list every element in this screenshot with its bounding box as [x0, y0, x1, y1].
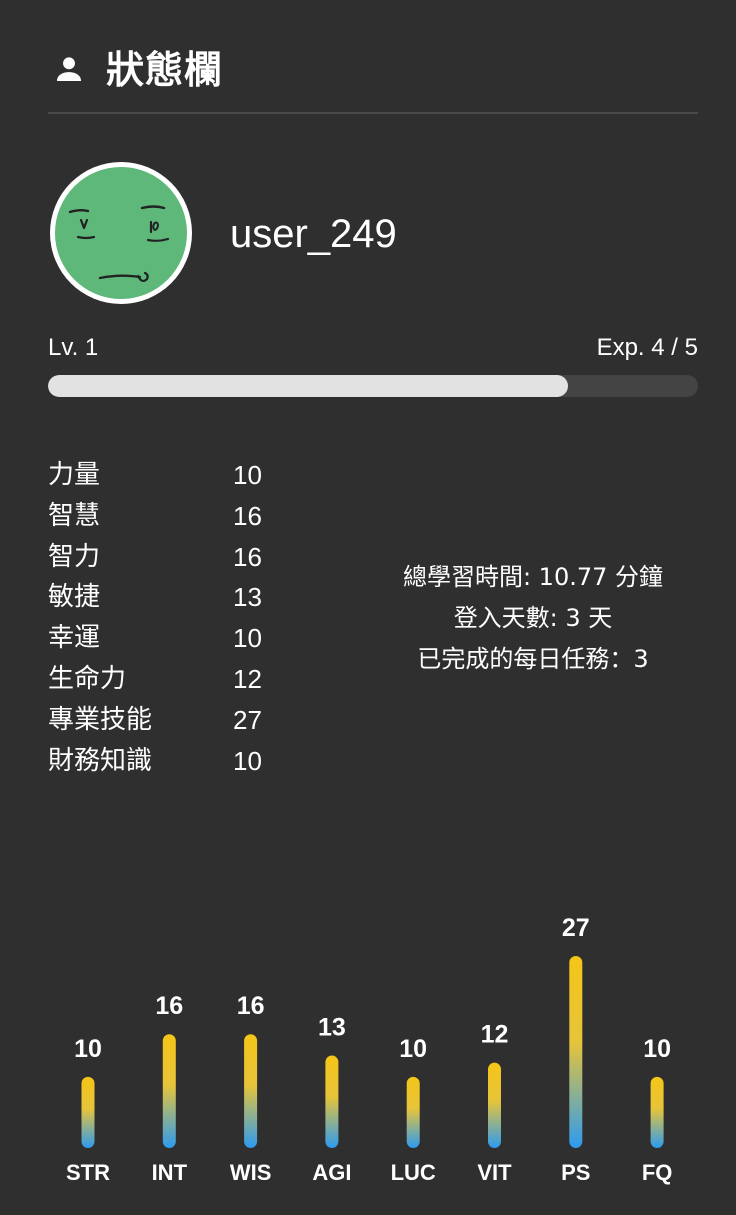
stat-row-luck: 幸運 10: [48, 618, 308, 659]
stat-name: 智慧: [48, 500, 101, 531]
bar-agi: [325, 1055, 339, 1148]
bar-int: [162, 1034, 176, 1148]
stat-name: 財務知識: [48, 745, 153, 776]
category-label: VIT: [477, 1160, 512, 1185]
page-header: 狀態欄: [48, 40, 698, 114]
exp-progress-bar: [48, 375, 698, 397]
stat-row-vitality: 生命力 12: [48, 659, 308, 700]
stats-bar-chart: 10 STR 16 INT 16 WIS 13 AGI 10 LUC 12 VIT 27 PS 10 FQ: [48, 880, 698, 1200]
exp-max: 5: [684, 334, 698, 361]
exp-current: 4: [651, 334, 665, 361]
exp-separator: /: [664, 334, 685, 361]
stat-value: 13: [233, 582, 262, 613]
user-icon: [56, 57, 82, 82]
bar-value-label: 12: [481, 1021, 509, 1049]
stat-value: 16: [233, 500, 262, 531]
stat-name: 力量: [48, 460, 101, 490]
stat-name: 智力: [48, 541, 101, 572]
bar-wis: [244, 1034, 258, 1148]
stat-name: 敏捷: [48, 582, 101, 613]
stat-name: 生命力: [48, 663, 127, 694]
stat-row-wisdom: 智慧 16: [48, 496, 308, 537]
bar-ps: [569, 956, 583, 1148]
stat-value: 12: [233, 663, 262, 694]
stat-value: 27: [233, 704, 262, 735]
login-days: 登入天數: 3 天: [453, 603, 613, 632]
category-label: INT: [152, 1160, 188, 1185]
stat-row-financial-knowledge: 財務知識 10: [48, 741, 308, 782]
stat-value: 10: [233, 460, 262, 490]
stat-name: 幸運: [48, 623, 101, 654]
category-label: AGI: [312, 1160, 351, 1185]
bar-value-label: 10: [643, 1035, 671, 1063]
exp-label: Exp. 4 / 5: [597, 332, 698, 364]
bar-value-label: 16: [155, 992, 183, 1020]
bar-value-label: 10: [74, 1035, 102, 1063]
bar-value-label: 27: [562, 914, 590, 942]
stat-row-strength: 力量 10: [48, 455, 308, 496]
stat-value: 10: [233, 623, 262, 654]
bar-value-label: 10: [399, 1035, 427, 1063]
stats-bar-chart-svg: 10 STR 16 INT 16 WIS 13 AGI 10 LUC 12 VIT 27 PS 10 FQ: [66, 914, 673, 1185]
category-label: STR: [66, 1160, 110, 1185]
stats-list: 力量 10 智慧 16 智力 16 敏捷 13 幸運 10 生命力 12 專業技…: [48, 455, 308, 781]
bar-fq: [650, 1076, 664, 1148]
stat-row-professional-skill: 專業技能 27: [48, 700, 308, 741]
bar-value-label: 16: [237, 992, 265, 1020]
page-title: 狀態欄: [106, 48, 224, 92]
bar-vit: [488, 1062, 501, 1148]
username: user_249: [230, 212, 397, 256]
face-avatar[interactable]: [48, 160, 194, 306]
stat-value: 10: [233, 745, 262, 776]
level-label: Lv. 1: [48, 334, 99, 361]
daily-tasks-completed: 已完成的每日任務：3: [417, 644, 649, 673]
bar-value-label: 13: [318, 1014, 346, 1042]
stat-value: 16: [233, 541, 262, 572]
exp-progress-fill: [48, 375, 568, 397]
stat-name: 專業技能: [48, 704, 153, 735]
stat-row-agility: 敏捷 13: [48, 577, 308, 618]
study-time: 總學習時間: 10.77 分鐘: [402, 563, 664, 591]
category-label: PS: [561, 1160, 590, 1185]
category-label: FQ: [642, 1160, 673, 1185]
bar-str: [81, 1076, 95, 1148]
stat-row-intelligence: 智力 16: [48, 537, 308, 578]
activity-summary: 總學習時間: 10.77 分鐘 登入天數: 3 天 已完成的每日任務：3: [368, 557, 698, 679]
exp-prefix: Exp.: [596, 334, 645, 361]
category-label: WIS: [230, 1160, 272, 1185]
bar-luc: [406, 1076, 420, 1148]
category-label: LUC: [391, 1160, 436, 1185]
